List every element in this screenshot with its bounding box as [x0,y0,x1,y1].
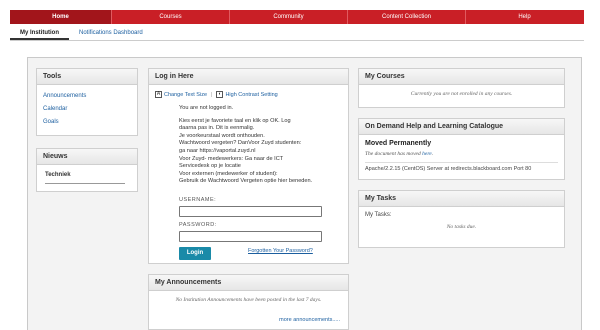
login-line: Je voorkeurstaal wordt onthouden. [179,132,265,139]
moved-heading: Moved Permanently [365,140,432,147]
courses-module: My Courses Currently you are not enrolle… [358,68,565,108]
divider [365,162,558,163]
sub-tabs: My Institution Notifications Dashboard [10,26,584,41]
announcements-empty: No Institution Announcements have been p… [175,297,322,303]
nav-tab-help[interactable]: Help [466,10,583,24]
moved-message: The document has moved here. [365,151,558,157]
tasks-empty: No tasks due. [446,224,477,230]
login-line: You are not logged in. [179,105,234,111]
login-instructions: You are not logged in. Kies eerst je fav… [179,105,329,186]
username-label: USERNAME: [179,197,217,203]
tools-module: Tools Announcements Calendar Goals [36,68,138,136]
login-line: daarna pas in. Dit is eenmalig. [179,125,255,132]
login-line: Servicedesk op je locatie [179,163,241,170]
high-contrast-link[interactable]: High Contrast Setting [225,92,277,98]
login-line: Gebruik de Wachtwoord Vergeten optie hie… [179,178,313,185]
username-input[interactable] [179,206,322,217]
link-calendar[interactable]: Calendar [43,103,131,116]
separator: | [211,91,213,98]
top-navigation: Home Courses Community Content Collectio… [10,10,584,24]
server-footer: Apache/2.2.15 (CentOS) Server at redirec… [365,166,532,172]
forgot-password-link[interactable]: Forgotten Your Password? [248,248,313,254]
moved-here-link[interactable]: here [422,151,432,157]
link-announcements[interactable]: Announcements [43,90,131,103]
login-line: Wachtwoord vergeten? DanVoor Zuyd studen… [179,140,302,147]
tab-my-institution[interactable]: My Institution [10,26,69,40]
nav-tab-content-collection[interactable]: Content Collection [348,10,465,24]
more-announcements-link[interactable]: more announcements..... [279,317,340,323]
nav-tab-home[interactable]: Home [10,10,111,24]
accessibility-options: A Change Text Size | ◐ High Contrast Set… [155,91,342,98]
courses-empty: Currently you are not enrolled in any co… [410,91,513,97]
content-area: Tools Announcements Calendar Goals Nieuw… [27,57,582,330]
tasks-label: My Tasks: [365,212,392,218]
ondemand-module: On Demand Help and Learning Catalogue Mo… [358,118,565,180]
contrast-icon: ◐ [216,91,224,98]
change-text-size-link[interactable]: Change Text Size [164,92,207,98]
login-button[interactable]: Login [179,247,211,260]
login-line: Voor Zuyd- medewerkers: Ga naar de ICT [179,155,284,162]
news-divider [45,183,125,184]
tasks-module: My Tasks My Tasks: No tasks due. [358,190,565,248]
news-module: Nieuws Techniek [36,148,138,192]
tab-notifications-dashboard[interactable]: Notifications Dashboard [69,26,153,40]
tools-title: Tools [37,69,137,85]
login-module: Log in Here A Change Text Size | ◐ High … [148,68,349,264]
nav-tab-community[interactable]: Community [230,10,347,24]
login-line: ga naar https://vaportal.zuyd.nl [179,147,256,154]
password-input[interactable] [179,231,322,242]
tasks-title: My Tasks [359,191,564,207]
ondemand-title: On Demand Help and Learning Catalogue [359,119,564,135]
moved-text: The document has moved [365,151,423,157]
text-size-icon: A [155,91,162,98]
announcements-title: My Announcements [149,275,348,291]
courses-title: My Courses [359,69,564,85]
nav-tab-courses[interactable]: Courses [112,10,229,24]
news-title: Nieuws [37,149,137,165]
password-label: PASSWORD: [179,222,217,228]
moved-text-end: . [431,151,434,157]
login-title: Log in Here [149,69,348,85]
login-line: Kies eerst je favoriete taal en klik op … [179,117,291,124]
announcements-module: My Announcements No Institution Announce… [148,274,349,330]
news-item[interactable]: Techniek [43,170,131,180]
link-goals[interactable]: Goals [43,116,131,129]
login-line: Voor externen (medewerker of student): [179,170,278,177]
